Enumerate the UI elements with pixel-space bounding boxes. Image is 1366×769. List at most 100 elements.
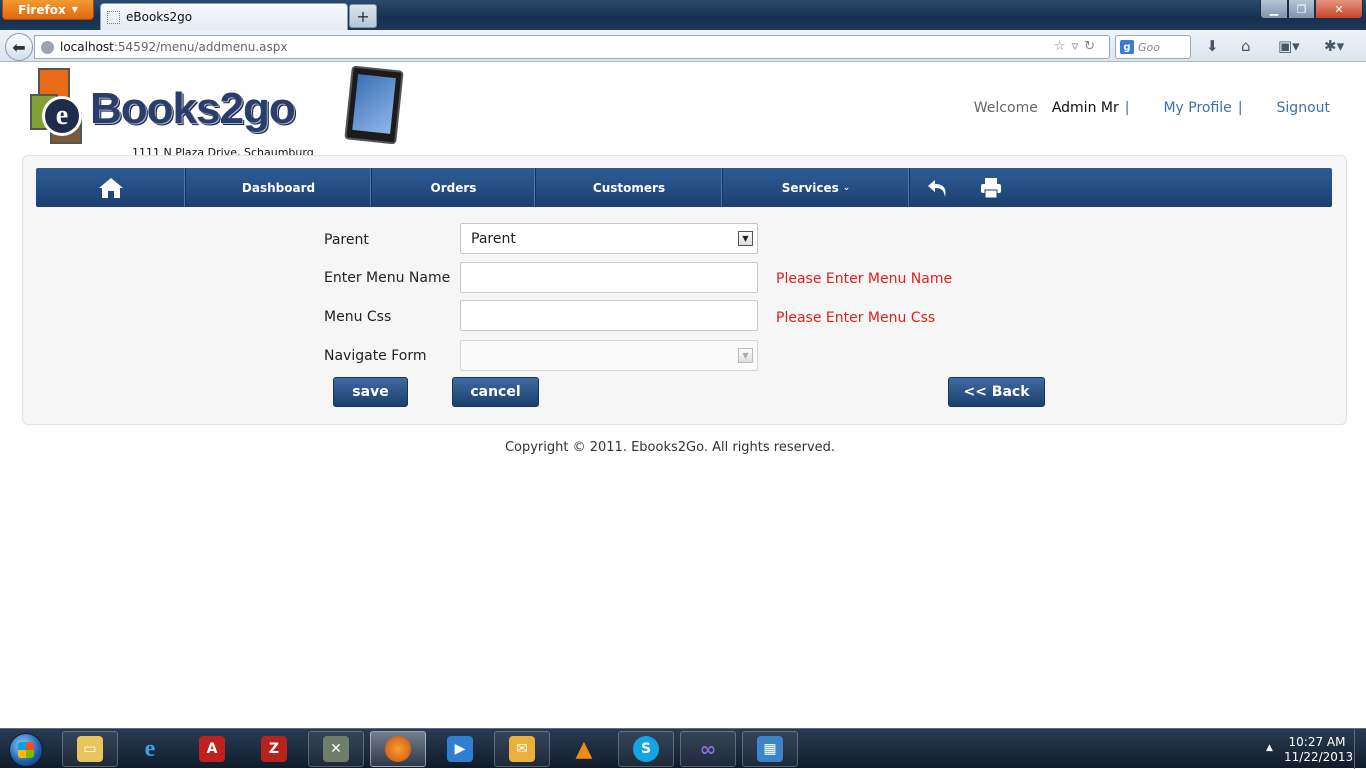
url-path: :54592/menu/addmenu.aspx <box>113 40 288 54</box>
skype-icon: S <box>633 736 659 762</box>
search-bar[interactable]: g Goo <box>1115 35 1191 59</box>
new-tab-button[interactable]: + <box>349 4 377 28</box>
company-address: 1111 N Plaza Drive, Schaumburg <box>132 146 314 155</box>
google-icon: g <box>1120 40 1134 54</box>
search-placeholder: Goo <box>1138 40 1160 54</box>
clock-date: 11/22/2013 <box>1284 750 1354 764</box>
tab-title: eBooks2go <box>126 10 193 24</box>
taskbar-remote-desktop[interactable]: ▦ <box>742 731 798 767</box>
mail-icon: ✉ <box>509 736 535 762</box>
menu-name-error: Please Enter Menu Name <box>776 271 953 287</box>
windows-logo-icon <box>18 742 34 758</box>
menu-css-error: Please Enter Menu Css <box>776 310 936 326</box>
menu-dashboard[interactable]: Dashboard <box>186 168 372 207</box>
bookmark-star-icon[interactable]: ☆▿↻ <box>1054 39 1101 54</box>
separator: | <box>1237 100 1243 116</box>
menu-css-label: Menu Css <box>324 309 392 325</box>
bookmarks-icon[interactable]: ▣▾ <box>1278 37 1300 55</box>
menu-orders[interactable]: Orders <box>372 168 536 207</box>
minimize-icon: ▁ <box>1269 2 1279 16</box>
home-icon[interactable]: ⌂ <box>1241 37 1251 55</box>
save-button[interactable]: save <box>333 377 408 407</box>
menu-name-input[interactable] <box>460 262 758 293</box>
show-desktop-button[interactable] <box>1354 729 1366 769</box>
undo-button[interactable] <box>910 168 966 207</box>
chevron-down-icon: ▼ <box>71 5 78 14</box>
firefox-menu-button[interactable]: Firefox ▼ <box>2 0 94 20</box>
window-close-button[interactable]: ✕ <box>1315 0 1363 19</box>
menu-customers-label: Customers <box>592 180 666 195</box>
taskbar-acrobat[interactable]: A <box>184 731 240 767</box>
taskbar-explorer[interactable]: ▭ <box>62 731 118 767</box>
parent-label: Parent <box>324 232 369 248</box>
parent-select[interactable]: Parent ▼ <box>460 223 758 254</box>
media-player-icon: ▶ <box>447 736 473 762</box>
firefox-button-label: Firefox <box>18 2 66 17</box>
browser-tab[interactable]: eBooks2go <box>100 3 348 30</box>
pdf-icon: A <box>199 736 225 762</box>
menu-home[interactable] <box>36 168 186 207</box>
taskbar-outlook[interactable]: ✉ <box>494 731 550 767</box>
system-clock[interactable]: 10:27 AM 11/22/2013 <box>1284 735 1354 765</box>
chevron-down-icon: ⌄ <box>842 182 851 193</box>
home-icon <box>98 177 123 198</box>
back-arrow-icon: ⬅ <box>12 37 26 57</box>
taskbar-media[interactable]: ▶ <box>432 731 488 767</box>
menu-services[interactable]: Services ⌄ <box>723 168 910 207</box>
globe-icon <box>41 40 54 54</box>
start-button[interactable] <box>3 731 49 767</box>
vlc-icon: ▲ <box>575 736 593 762</box>
copyright-text: Copyright © 2011. Ebooks2Go. All rights … <box>504 440 836 455</box>
addon-icon[interactable]: ✱▾ <box>1324 37 1344 55</box>
main-menu-bar: Dashboard Orders Customers Services ⌄ <box>36 168 1332 207</box>
menu-customers[interactable]: Customers <box>536 168 723 207</box>
undo-icon <box>928 179 946 197</box>
print-button[interactable] <box>966 168 1016 207</box>
firefox-icon <box>385 736 411 762</box>
taskbar-visual-studio[interactable]: ∞ <box>680 731 736 767</box>
navigate-form-select[interactable]: ▼ <box>460 340 758 371</box>
dropdown-arrow-icon[interactable]: ▼ <box>738 348 753 363</box>
logo-e-icon: e <box>42 96 82 136</box>
control-panel-icon: ▦ <box>757 736 783 762</box>
infinity-icon: ∞ <box>699 737 717 761</box>
user-name: Admin Mr <box>1051 100 1119 116</box>
browser-title-bar: Firefox ▼ eBooks2go + ▁ ❐ ✕ <box>0 0 1366 30</box>
menu-dashboard-label: Dashboard <box>241 180 316 195</box>
plus-icon: + <box>356 6 370 26</box>
window-maximize-button[interactable]: ❐ <box>1288 0 1315 19</box>
taskbar-tools[interactable]: ✕ <box>308 731 364 767</box>
tools-icon: ✕ <box>323 736 349 762</box>
welcome-label: Welcome <box>973 100 1038 116</box>
taskbar-skype[interactable]: S <box>618 731 674 767</box>
restore-icon: ❐ <box>1296 2 1307 16</box>
download-icon[interactable]: ⬇ <box>1206 37 1219 55</box>
signout-link[interactable]: Signout <box>1277 100 1330 116</box>
back-link-button[interactable]: << Back <box>948 377 1045 407</box>
taskbar-ie[interactable]: e <box>122 731 178 767</box>
my-profile-link[interactable]: My Profile <box>1163 100 1231 116</box>
logo-tablet-icon <box>344 65 404 145</box>
browser-navigation-bar: ⬅ localhost:54592/menu/addmenu.aspx ☆▿↻ … <box>0 30 1366 62</box>
user-bar: Welcome Admin Mr | My Profile | Signout <box>974 100 1330 116</box>
print-icon <box>981 177 1001 198</box>
url-host: localhost <box>60 40 114 54</box>
logo-wordmark: Books2go <box>90 84 296 133</box>
taskbar-firefox[interactable] <box>370 731 426 767</box>
url-bar[interactable]: localhost:54592/menu/addmenu.aspx ☆▿↻ <box>34 35 1110 59</box>
page-icon <box>107 10 120 24</box>
dropdown-arrow-icon[interactable]: ▼ <box>738 231 753 246</box>
menu-name-label: Enter Menu Name <box>324 270 451 286</box>
taskbar-vlc[interactable]: ▲ <box>556 731 612 767</box>
windows-taskbar: ▭ e A Z ✕ ▶ ✉ ▲ S ∞ ▦ ▲ 10:27 AM 11/22/2… <box>0 728 1366 769</box>
clock-time: 10:27 AM <box>1288 735 1346 749</box>
ebooks2go-logo[interactable]: e Books2go <box>28 65 408 154</box>
close-icon: ✕ <box>1334 2 1344 16</box>
tray-expand-icon[interactable]: ▲ <box>1266 743 1273 753</box>
back-button[interactable]: ⬅ <box>5 33 33 61</box>
menu-css-input[interactable] <box>460 300 758 331</box>
taskbar-filezilla[interactable]: Z <box>246 731 302 767</box>
window-minimize-button[interactable]: ▁ <box>1260 0 1288 19</box>
menu-services-label: Services <box>781 180 839 195</box>
cancel-button[interactable]: cancel <box>452 377 539 407</box>
